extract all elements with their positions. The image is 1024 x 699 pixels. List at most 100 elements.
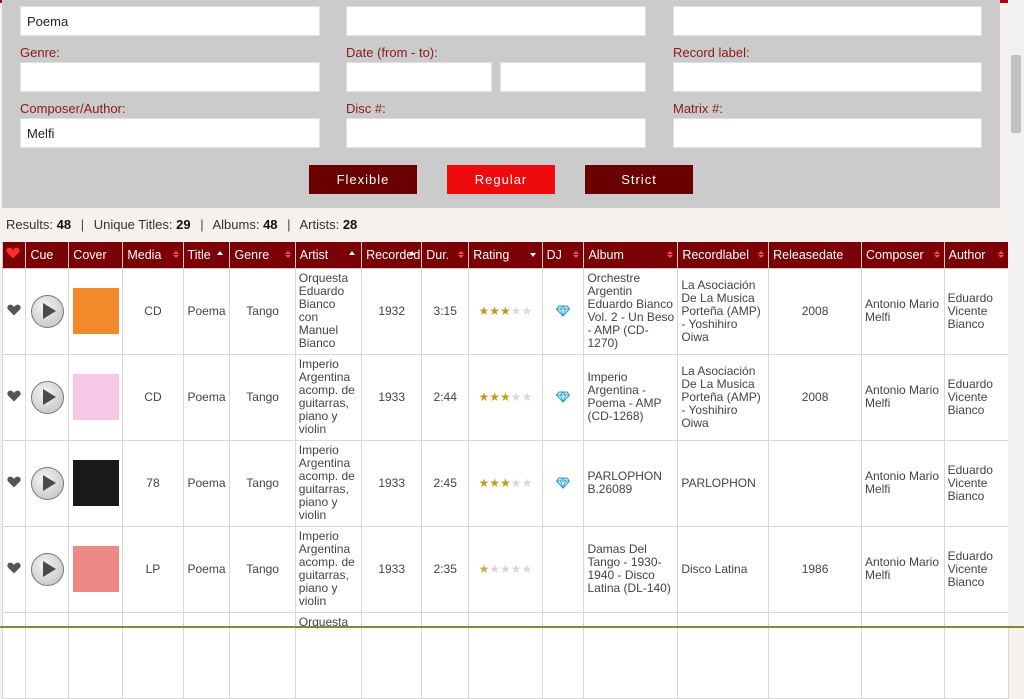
sort-icon [933, 251, 940, 258]
favorite-heart-icon[interactable] [7, 562, 21, 574]
play-icon[interactable] [30, 466, 64, 500]
results-table: Cue Cover Media Title Genre Artist Recor… [1, 242, 1010, 699]
disc-input[interactable] [346, 118, 646, 148]
artist-link[interactable]: Orquesta [294, 611, 363, 699]
column-header-cue[interactable]: Cue [25, 242, 70, 269]
table-row: Orquesta [1, 611, 1010, 699]
scrollbar-thumb[interactable] [1011, 55, 1021, 133]
title-link[interactable]: Poema [182, 353, 231, 441]
column-header-composer[interactable]: Composer [860, 242, 945, 269]
matrix-label: Matrix #: [673, 101, 723, 116]
sort-asc-icon [217, 251, 224, 255]
album-link[interactable]: Imperio Argentina - Poema - AMP (CD-1268… [583, 353, 679, 441]
cover-cell[interactable] [68, 525, 124, 613]
dj-cell [541, 525, 585, 613]
favorite-heart-icon[interactable] [7, 476, 21, 488]
cue-cell[interactable] [25, 525, 70, 613]
cover-cell[interactable] [68, 267, 124, 355]
column-header-author[interactable]: Author [943, 242, 1010, 269]
column-header-recorded[interactable]: Recorded [361, 242, 423, 269]
page-scrollbar[interactable] [1008, 0, 1024, 628]
album-link[interactable]: Damas Del Tango - 1930-1940 - Disco Lati… [583, 525, 679, 613]
column-header-dj[interactable]: DJ [541, 242, 585, 269]
favorite-cell[interactable] [1, 525, 27, 613]
play-icon[interactable] [30, 294, 64, 328]
releasedate-cell: 2008 [768, 267, 862, 355]
favorite-column-header[interactable] [1, 242, 27, 269]
recordlabel-cell: Disco Latina [677, 525, 770, 613]
column-header-duration[interactable]: Dur. [421, 242, 470, 269]
genre-input[interactable] [20, 62, 320, 92]
play-icon[interactable] [30, 380, 64, 414]
genre-cell: Tango [229, 267, 296, 355]
album-link[interactable]: Orchestre Argentin Eduardo Bianco Vol. 2… [583, 267, 679, 355]
column-header-releasedate[interactable]: Releasedate [768, 242, 862, 269]
composer-cell: Antonio Mario Melfi [860, 267, 945, 355]
date-label: Date (from - to): [346, 45, 438, 60]
column-header-genre[interactable]: Genre [229, 242, 296, 269]
duration-cell: 2:45 [421, 439, 470, 527]
favorite-heart-icon[interactable] [7, 304, 21, 316]
rating-cell: ★★★★★ [468, 439, 543, 527]
date-from-input[interactable] [346, 62, 492, 92]
table-cell [768, 611, 862, 699]
releasedate-cell: 1986 [768, 525, 862, 613]
media-cell: CD [122, 267, 184, 355]
composer-cell: Antonio Mario Melfi [860, 525, 945, 613]
title-link[interactable]: Poema [182, 525, 231, 613]
title-link[interactable]: Poema [182, 267, 231, 355]
author-cell: Eduardo Vicente Bianco [943, 525, 1010, 613]
star-filled-icon: ★ [478, 475, 490, 490]
rating-cell: ★★★★★ [468, 267, 543, 355]
column-header-cover[interactable]: Cover [68, 242, 124, 269]
star-filled-icon: ★ [500, 475, 511, 490]
title-link[interactable]: Poema [182, 439, 231, 527]
regular-button[interactable]: Regular [447, 165, 555, 194]
favorite-cell[interactable] [1, 439, 27, 527]
artist-link[interactable]: Imperio Argentina acomp. de guitarras, p… [294, 439, 363, 527]
column-header-album[interactable]: Album [583, 242, 679, 269]
rating-cell: ★★★★★ [468, 353, 543, 441]
column-header-media[interactable]: Media [122, 242, 184, 269]
heart-icon [6, 247, 20, 259]
record-label-input[interactable] [673, 62, 982, 92]
album-link[interactable]: PARLOPHON B.26089 [583, 439, 679, 527]
matrix-input[interactable] [673, 118, 982, 148]
column-header-title[interactable]: Title [182, 242, 231, 269]
cue-cell[interactable] [25, 267, 70, 355]
favorite-cell[interactable] [1, 353, 27, 441]
table-row: LP Poema Tango Imperio Argentina acomp. de … [1, 525, 1010, 613]
flexible-button[interactable]: Flexible [309, 165, 417, 194]
favorite-cell[interactable] [1, 267, 27, 355]
artist-input[interactable] [346, 6, 646, 36]
table-cell [468, 611, 543, 699]
star-empty-icon: ★ [521, 475, 533, 490]
cue-cell[interactable] [25, 439, 70, 527]
strict-button[interactable]: Strict [585, 165, 693, 194]
artist-link[interactable]: Imperio Argentina acomp. de guitarras, p… [294, 353, 363, 441]
author-cell: Eduardo Vicente Bianco [943, 267, 1010, 355]
composer-input[interactable] [20, 118, 320, 148]
play-icon[interactable] [30, 552, 64, 586]
table-row: CD Poema Tango Orquesta Eduardo Bianco con … [1, 267, 1010, 355]
column-header-rating[interactable]: Rating [468, 242, 543, 269]
album-cover[interactable] [72, 460, 119, 506]
column-header-artist[interactable]: Artist [294, 242, 363, 269]
sort-icon [573, 251, 580, 258]
album-cover[interactable] [72, 546, 119, 592]
cover-cell[interactable] [68, 353, 124, 441]
author-cell: Eduardo Vicente Bianco [943, 353, 1010, 441]
album-cover[interactable] [72, 288, 119, 334]
title-input[interactable] [20, 6, 320, 36]
album-cover[interactable] [72, 374, 119, 420]
column-header-recordlabel[interactable]: Recordlabel [677, 242, 770, 269]
favorite-heart-icon[interactable] [7, 390, 21, 402]
sort-icon [172, 251, 179, 258]
cue-cell[interactable] [25, 353, 70, 441]
table-row: 78 Poema Tango Imperio Argentina acomp. de … [1, 439, 1010, 527]
artist-link[interactable]: Orquesta Eduardo Bianco con Manuel Bianc… [294, 267, 363, 355]
cover-cell[interactable] [68, 439, 124, 527]
album-input[interactable] [673, 6, 982, 36]
artist-link[interactable]: Imperio Argentina acomp. de guitarras, p… [294, 525, 363, 613]
date-to-input[interactable] [500, 62, 646, 92]
